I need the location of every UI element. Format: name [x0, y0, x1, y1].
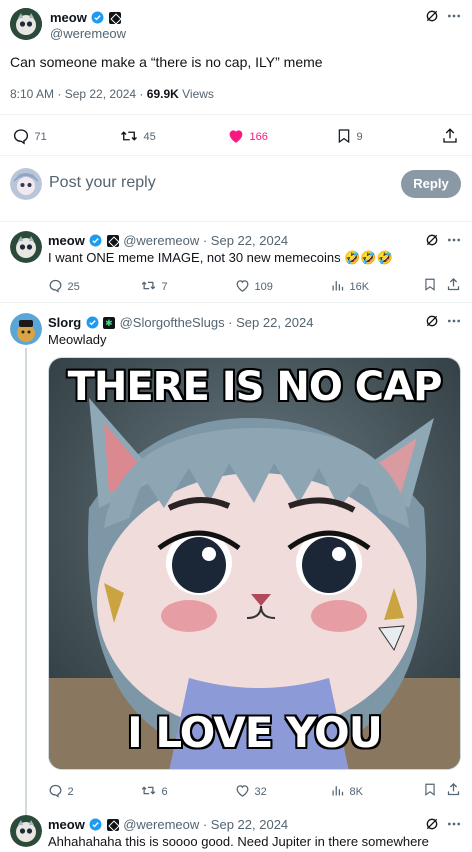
affiliate-badge-icon	[108, 11, 121, 24]
grok-icon[interactable]	[424, 313, 440, 329]
grok-icon[interactable]	[424, 816, 440, 832]
reply-handle[interactable]: @weremeow · Sep 22, 2024	[123, 233, 288, 248]
like-count: 32	[254, 786, 267, 798]
retweet-count: 7	[161, 281, 168, 293]
verified-icon	[86, 316, 99, 329]
meme-top-text: THERE IS NO CAP	[67, 364, 443, 410]
reply-header: meow @weremeow · Sep 22, 2024	[48, 816, 288, 834]
retweet-icon	[121, 131, 137, 141]
retweet-action[interactable]: 6	[140, 782, 168, 800]
reply-input[interactable]: Post your reply	[49, 174, 156, 192]
bookmark-count: 9	[356, 131, 363, 144]
meme-image[interactable]: THERE IS NO CAP I LOVE YOU	[48, 357, 461, 770]
bookmark-icon	[338, 129, 350, 144]
reply-author-name[interactable]: meow	[48, 817, 85, 832]
heart-icon	[236, 785, 249, 798]
reply-text: Meowlady	[48, 332, 107, 347]
reply-text: I want ONE meme IMAGE, not 30 new memeco…	[48, 250, 393, 265]
retweet-count: 45	[143, 131, 156, 144]
grok-icon[interactable]	[424, 232, 440, 248]
reply-action[interactable]: 2	[48, 782, 74, 800]
grok-icon[interactable]	[424, 8, 440, 24]
share-icon[interactable]	[446, 277, 461, 292]
like-action[interactable]: 166	[227, 127, 268, 145]
affiliate-badge-icon	[106, 234, 119, 247]
reply-avatar[interactable]	[10, 815, 42, 847]
tweet-meta: 8:10 AM · Sep 22, 2024 · 69.9K Views	[10, 87, 214, 101]
reply-handle[interactable]: @weremeow · Sep 22, 2024	[123, 817, 288, 832]
views-label: Views	[178, 87, 214, 101]
like-count: 166	[249, 131, 268, 144]
verified-icon	[89, 234, 102, 247]
retweet-count: 6	[161, 786, 168, 798]
more-icon[interactable]	[446, 816, 462, 832]
more-icon[interactable]	[446, 232, 462, 248]
views-count: 69.9K	[146, 87, 179, 101]
more-icon[interactable]	[446, 8, 462, 24]
reply-action[interactable]: 25	[48, 277, 80, 295]
reply-icon	[49, 785, 62, 798]
views-count: 16K	[349, 281, 370, 293]
verified-icon	[91, 11, 104, 24]
tweet-text: Can someone make a “there is no cap, ILY…	[10, 54, 323, 70]
tweet-time[interactable]: 8:10 AM · Sep 22, 2024 ·	[10, 87, 147, 101]
share-icon[interactable]	[441, 127, 459, 145]
views-action[interactable]: 8K	[330, 782, 363, 800]
author-avatar[interactable]	[10, 8, 42, 40]
reply-icon	[13, 129, 29, 145]
heart-icon	[236, 280, 249, 293]
like-action[interactable]: 32	[235, 782, 267, 800]
retweet-icon	[141, 281, 156, 290]
reply-author-name[interactable]: Slorg	[48, 315, 81, 330]
share-icon[interactable]	[446, 782, 461, 797]
reply-handle[interactable]: @SlorgoftheSlugs · Sep 22, 2024	[120, 315, 314, 330]
views-icon	[332, 786, 344, 796]
reply-icon	[49, 280, 62, 293]
more-icon[interactable]	[446, 313, 462, 329]
retweet-action[interactable]: 45	[119, 127, 156, 145]
reply-count: 71	[34, 131, 47, 144]
like-action[interactable]: 109	[235, 277, 273, 295]
reply-avatar[interactable]	[10, 231, 42, 263]
heart-icon	[229, 130, 243, 143]
views-count: 8K	[349, 786, 363, 798]
views-action[interactable]: 16K	[330, 277, 369, 295]
bookmark-icon[interactable]	[423, 277, 437, 292]
meme-bottom-text: I LOVE YOU	[127, 708, 383, 757]
thread-connector	[25, 348, 27, 815]
reply-header: Slorg ✱ @SlorgoftheSlugs · Sep 22, 2024	[48, 314, 313, 332]
bookmark-icon[interactable]	[423, 782, 437, 797]
author-handle[interactable]: @weremeow	[50, 26, 126, 41]
retweet-action[interactable]: 7	[140, 277, 168, 295]
reply-text: Ahhahahaha this is soooo good. Need Jupi…	[48, 834, 429, 849]
bookmark-action[interactable]: 9	[336, 127, 363, 145]
like-count: 109	[254, 281, 273, 293]
retweet-icon	[141, 786, 156, 795]
reply-action[interactable]: 71	[12, 127, 47, 145]
verified-icon	[89, 818, 102, 831]
my-avatar[interactable]	[10, 168, 42, 200]
author-name[interactable]: meow	[50, 10, 87, 25]
affiliate-badge-icon	[106, 818, 119, 831]
reply-count: 25	[67, 281, 80, 293]
reply-header: meow @weremeow · Sep 22, 2024	[48, 232, 288, 250]
views-icon	[332, 281, 344, 291]
reply-button[interactable]: Reply	[401, 170, 461, 198]
reply-avatar[interactable]	[10, 313, 42, 345]
reply-author-name[interactable]: meow	[48, 233, 85, 248]
reply-count: 2	[67, 786, 74, 798]
affiliate-badge-icon: ✱	[103, 316, 116, 329]
